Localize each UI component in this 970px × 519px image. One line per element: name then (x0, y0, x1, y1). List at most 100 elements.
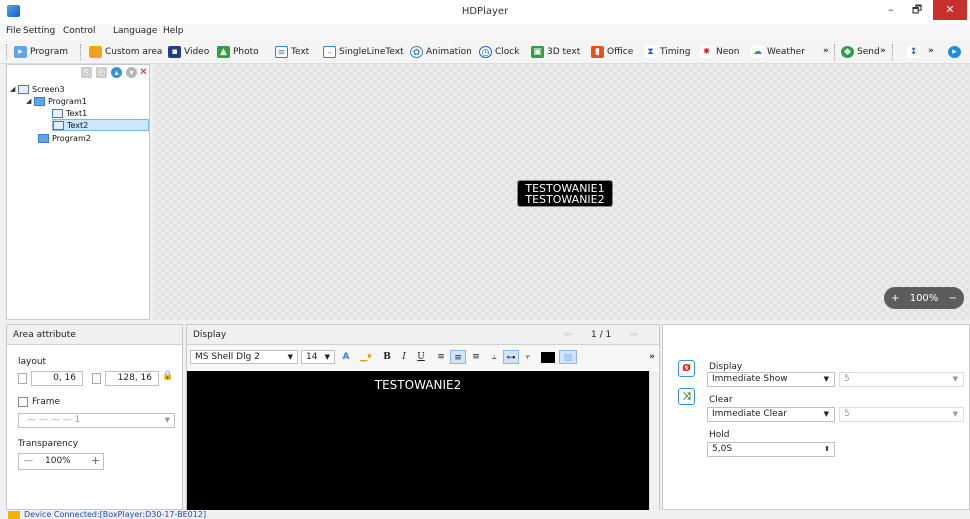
clear-effect-label: Clear (709, 395, 733, 405)
menu-control[interactable]: Control (63, 26, 96, 36)
toolbar-more-chevron[interactable]: » (880, 46, 886, 56)
vertical-arrow-icon: ↕ (907, 46, 920, 58)
video-button[interactable]: ▪ Video (168, 45, 209, 59)
move-up-icon[interactable]: ▴ (111, 67, 122, 78)
copy-icon[interactable]: ⎘ (81, 67, 92, 78)
chevron-down-icon: ▼ (952, 375, 958, 383)
office-button[interactable]: ▮ Office (591, 45, 633, 59)
neon-icon: ✸ (700, 46, 713, 58)
tree-node-text1[interactable]: Text1 (52, 107, 87, 119)
close-button[interactable]: ✕ (933, 0, 967, 20)
lock-icon[interactable]: 🔒 (162, 371, 173, 381)
program-button[interactable]: ▸ Program (14, 45, 68, 59)
text-color-icon[interactable] (541, 352, 555, 363)
zoom-out-button[interactable]: − (949, 293, 957, 304)
program-icon (38, 133, 49, 143)
single-line-text-button[interactable]: – SingleLineText (323, 45, 404, 59)
transparency-increase-button[interactable]: + (91, 454, 100, 467)
menu-help[interactable]: Help (163, 26, 184, 36)
underline-icon[interactable]: U (415, 350, 427, 364)
collapse-icon: ◢ (10, 85, 16, 93)
send-button[interactable]: ◆ Send (841, 45, 880, 59)
zoom-in-button[interactable]: + (891, 293, 899, 304)
editor-scrollbar[interactable] (649, 371, 659, 510)
menu-setting[interactable]: Setting (23, 26, 55, 36)
neon-button[interactable]: ✸ Neon (700, 45, 739, 59)
move-down-icon[interactable]: ▾ (126, 67, 137, 78)
text-icon (52, 108, 63, 118)
prev-page-icon[interactable]: ⇦ (564, 330, 572, 340)
send-icon: ◆ (841, 46, 854, 58)
brightness-button[interactable]: ↕ (907, 45, 923, 59)
format-more-chevron[interactable]: » (647, 350, 657, 364)
led-preview-box[interactable]: TESTOWANIE1 TESTOWANIE2 (517, 180, 613, 207)
weather-icon: ☁ (751, 46, 764, 58)
toolbar-grip (834, 44, 836, 60)
animation-button[interactable]: ✿ Animation (410, 45, 472, 59)
3d-text-button[interactable]: ▣ 3D text (531, 45, 580, 59)
photo-icon: ▲ (217, 46, 230, 58)
weather-button[interactable]: ☁ Weather (751, 45, 805, 59)
delete-icon[interactable]: ✕ (138, 67, 149, 78)
font-select[interactable]: MS Shell Dlg 2 ▼ (190, 350, 298, 364)
single-line-text-icon: – (323, 46, 336, 58)
menu-bar: File Setting Control Language Help (0, 24, 970, 40)
toolbar-more-chevron[interactable]: » (823, 46, 829, 56)
clear-effect-select[interactable]: Immediate Clear ▼ (707, 407, 835, 422)
maximize-button[interactable]: 🗗 (904, 0, 930, 20)
photo-button[interactable]: ▲ Photo (217, 45, 259, 59)
area-attribute-title: Area attribute (7, 325, 182, 345)
align-center-icon[interactable]: ≡ (450, 350, 466, 364)
clock-icon: ◷ (479, 46, 492, 58)
frame-checkbox[interactable] (18, 397, 28, 407)
office-icon: ▮ (591, 46, 604, 58)
hold-time-spinbox[interactable]: 5,0S ⬍ (707, 442, 835, 457)
toolbar-more-chevron[interactable]: » (928, 46, 934, 56)
tree-node-program2[interactable]: Program2 (38, 132, 91, 144)
transparency-decrease-button[interactable]: — (24, 455, 33, 468)
display-effect-select[interactable]: Immediate Show ▼ (707, 372, 835, 387)
timing-button[interactable]: ⧗ Timing (644, 45, 690, 59)
display-speed-select[interactable]: 5 ▼ (839, 372, 964, 387)
frame-select[interactable]: — — — — 1 ▼ (18, 413, 175, 428)
shuffle-icon[interactable]: ⤨ (678, 388, 695, 405)
tree-node-program1[interactable]: ◢ Program1 (26, 95, 87, 107)
window-title: HDPlayer (461, 6, 509, 17)
custom-area-button[interactable]: Custom area (89, 45, 162, 59)
main-toolbar: ▸ Program Custom area ▪ Video ▲ Photo ≡ Text… (0, 40, 970, 64)
tree-node-screen[interactable]: ◢ Screen3 (10, 83, 65, 95)
valign-bottom-icon[interactable]: ⫟ (521, 350, 535, 364)
tree-toolbar: ⎘ ⎗ ▴ ▾ ✕ (7, 65, 149, 81)
next-page-icon[interactable]: ⇨ (630, 330, 638, 340)
size-field[interactable]: 128, 16 (105, 371, 159, 386)
menu-language[interactable]: Language (113, 26, 157, 36)
minimize-button[interactable]: – (878, 0, 904, 20)
valign-top-icon[interactable]: ⫠ (487, 350, 501, 364)
clear-speed-select[interactable]: 5 ▼ (839, 407, 964, 422)
play-button[interactable]: ▸ (948, 45, 964, 59)
font-effect-icon[interactable]: A (340, 350, 352, 364)
align-right-icon[interactable]: ≡ (469, 350, 483, 364)
display-effect-label: Display (709, 362, 743, 372)
spin-arrows-icon[interactable]: ⬍ (824, 443, 830, 456)
no-effect-icon[interactable]: Ø (678, 360, 695, 377)
align-left-icon[interactable]: ≡ (434, 350, 448, 364)
frame-pattern: — — — — (27, 415, 75, 425)
area-attribute-panel: Area attribute layout 0, 16 128, 16 🔒 Fr… (6, 324, 183, 510)
text-editor[interactable]: TESTOWANIE2 (187, 371, 649, 510)
status-text: Device Connected:[BoxPlayer:D30-17-BE012… (24, 510, 207, 519)
background-color-icon[interactable]: ▨ (559, 350, 577, 364)
valign-middle-icon[interactable]: ⊶ (503, 350, 519, 364)
highlight-color-icon[interactable]: ▁▾ (356, 350, 376, 364)
italic-icon[interactable]: I (398, 350, 410, 364)
tree-node-text2[interactable]: Text2 (52, 119, 149, 131)
position-field[interactable]: 0, 16 (31, 371, 83, 386)
text-button[interactable]: ≡ Text (275, 45, 309, 59)
menu-file[interactable]: File (6, 26, 21, 36)
font-size-select[interactable]: 14 ▼ (301, 350, 335, 364)
screen-icon (18, 84, 29, 94)
paste-icon[interactable]: ⎗ (96, 67, 107, 78)
bold-icon[interactable]: B (381, 350, 393, 364)
display-title: Display ⇦ 1 / 1 ⇨ (187, 325, 659, 345)
clock-button[interactable]: ◷ Clock (479, 45, 519, 59)
